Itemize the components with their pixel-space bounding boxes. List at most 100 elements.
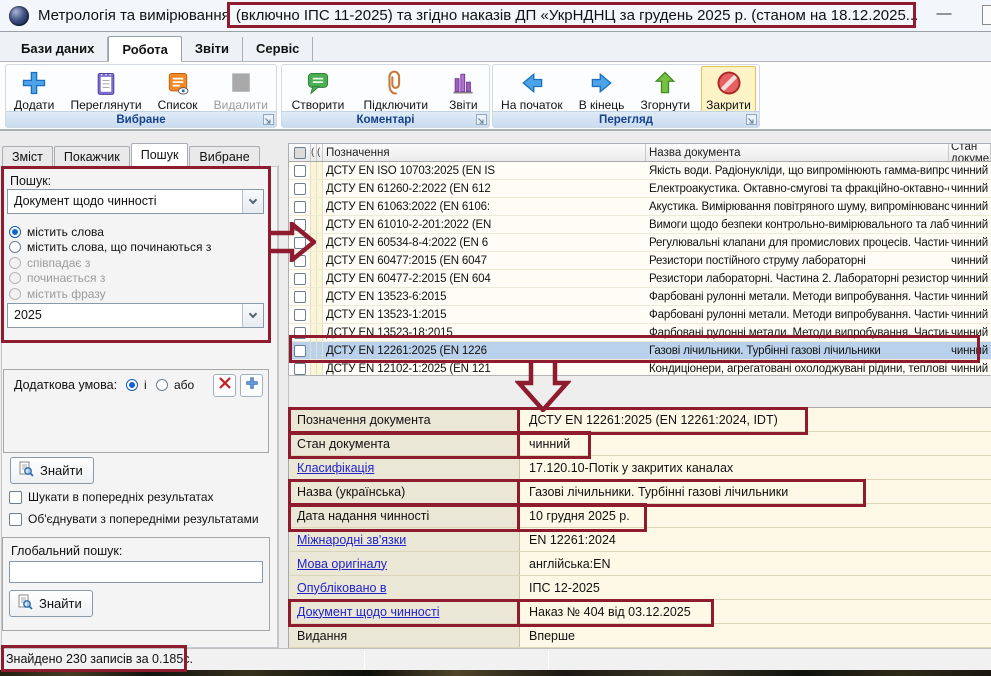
match-option[interactable]: містить фразу: [9, 286, 211, 302]
tab-vybrane[interactable]: Вибране: [189, 146, 259, 167]
row-checkbox[interactable]: [294, 183, 306, 195]
checkbox-icon[interactable]: [9, 491, 22, 504]
table-row[interactable]: ДСТУ EN 61260-2:2022 (EN 612 Електроакус…: [289, 180, 991, 198]
add-condition-button[interactable]: [240, 374, 263, 397]
remove-condition-button[interactable]: [213, 374, 236, 397]
minimize-button[interactable]: —: [923, 0, 965, 30]
table-bottom-strip: [288, 375, 991, 407]
radio-icon[interactable]: [126, 379, 138, 391]
match-option[interactable]: починається з: [9, 271, 211, 287]
row-checkbox[interactable]: [294, 327, 306, 339]
chevron-down-icon[interactable]: [242, 304, 263, 327]
global-search-input[interactable]: [9, 561, 263, 583]
table-row[interactable]: ДСТУ EN 61010-2-201:2022 (EN Вимоги щодо…: [289, 216, 991, 234]
row-checkbox[interactable]: [294, 255, 306, 267]
group-expand-icon[interactable]: [746, 114, 757, 125]
tab-zmist[interactable]: Зміст: [2, 146, 53, 167]
collapse-button[interactable]: Згорнути: [635, 66, 695, 113]
chevron-down-icon[interactable]: [242, 190, 263, 213]
match-option[interactable]: містить слова: [9, 224, 211, 240]
radio-icon[interactable]: [9, 241, 21, 253]
select-all-checkbox[interactable]: [294, 147, 306, 159]
group-expand-icon[interactable]: [476, 114, 487, 125]
tab-poshuk[interactable]: Пошук: [131, 143, 189, 167]
header-code[interactable]: Позначення: [323, 144, 646, 161]
tab-pokazhchyk[interactable]: Покажчик: [54, 146, 130, 167]
row-name: Резистори постійного струму лабораторні: [646, 255, 949, 267]
detail-label[interactable]: Мова оригіналу: [297, 557, 387, 571]
paperclip-icon: [380, 68, 412, 98]
checkbox-icon[interactable]: [9, 513, 22, 526]
find-button[interactable]: Знайти: [10, 457, 94, 484]
table-row[interactable]: ДСТУ EN 12102-1:2025 (EN 121 Кондиціонер…: [289, 360, 991, 375]
row-name: Фарбовані рулонні метали. Методи випробу…: [646, 291, 949, 303]
table-row[interactable]: ДСТУ EN 12261:2025 (EN 1226 Газові лічил…: [289, 342, 991, 360]
global-find-button[interactable]: Знайти: [9, 590, 93, 617]
match-option-label: містить фразу: [27, 287, 106, 301]
detail-value: Газові лічильники. Турбінні газові лічил…: [520, 485, 991, 499]
tab-servis[interactable]: Сервіс: [243, 37, 313, 61]
delete-button[interactable]: Видалити: [209, 66, 273, 113]
go-end-button[interactable]: В кінець: [574, 66, 630, 113]
go-start-button[interactable]: На початок: [496, 66, 568, 113]
condition-radio-or[interactable]: або: [156, 377, 194, 393]
table-row[interactable]: ДСТУ EN ISO 10703:2025 (EN IS Якість вод…: [289, 162, 991, 180]
radio-icon[interactable]: [9, 288, 21, 300]
match-option[interactable]: співпадає з: [9, 255, 211, 271]
table-row[interactable]: ДСТУ EN 13523-18:2015 Фарбовані рулонні …: [289, 324, 991, 342]
attach-comment-button[interactable]: Підключити: [359, 66, 434, 113]
go-start-label: На початок: [501, 98, 563, 112]
detail-label[interactable]: Міжнародні зв'язки: [297, 533, 406, 547]
radio-icon[interactable]: [9, 226, 21, 238]
row-checkbox[interactable]: [294, 291, 306, 303]
add-button[interactable]: Додати: [9, 66, 59, 113]
result-checkbox-row[interactable]: Об'єднувати з попередніми результатами: [9, 508, 259, 530]
view-button[interactable]: Переглянути: [65, 66, 146, 113]
group-expand-icon[interactable]: [263, 114, 274, 125]
match-option[interactable]: містить слова, що починаються з: [9, 240, 211, 256]
tab-robota[interactable]: Робота: [108, 36, 182, 62]
table-row[interactable]: ДСТУ EN 60477:2015 (EN 6047 Резистори по…: [289, 252, 991, 270]
list-button[interactable]: Список: [153, 66, 203, 113]
detail-row: Опубліковано в ІПС 12-2025: [289, 576, 991, 600]
comment-reports-button[interactable]: Звіти: [442, 66, 484, 113]
row-checkbox[interactable]: [294, 345, 306, 357]
row-checkbox[interactable]: [294, 273, 306, 285]
detail-label: Позначення документа: [297, 413, 431, 427]
query-combobox[interactable]: 2025: [7, 303, 264, 328]
condition-and-label: і: [144, 378, 147, 392]
table-row[interactable]: ДСТУ EN 13523-6:2015 Фарбовані рулонні м…: [289, 288, 991, 306]
radio-icon[interactable]: [9, 272, 21, 284]
desktop-background-strip: [0, 670, 991, 676]
row-checkbox[interactable]: [294, 237, 306, 249]
header-name[interactable]: Назва документа: [646, 144, 949, 161]
detail-label[interactable]: Класифікація: [297, 461, 374, 475]
delete-button-label: Видалити: [214, 98, 268, 112]
table-row[interactable]: ДСТУ EN 60534-8-4:2022 (EN 6 Регулювальн…: [289, 234, 991, 252]
status-separator: [548, 651, 549, 669]
row-checkbox[interactable]: [294, 201, 306, 213]
row-name: Вимоги щодо безпеки контрольно-вимірювал…: [646, 219, 949, 231]
row-checkbox[interactable]: [294, 363, 306, 375]
tab-bazy-danykh[interactable]: Бази даних: [8, 37, 108, 61]
detail-label[interactable]: Опубліковано в: [297, 581, 387, 595]
close-button[interactable]: Закрити: [701, 66, 756, 113]
condition-radio-and[interactable]: і: [126, 377, 147, 393]
table-row[interactable]: ДСТУ EN 60477-2:2015 (EN 604 Резистори л…: [289, 270, 991, 288]
table-row[interactable]: ДСТУ EN 13523-1:2015 Фарбовані рулонні м…: [289, 306, 991, 324]
radio-icon[interactable]: [156, 379, 168, 391]
row-checkbox[interactable]: [294, 309, 306, 321]
detail-value: 10 грудня 2025 р.: [520, 509, 991, 523]
row-status: чинний: [949, 309, 991, 321]
create-comment-button[interactable]: Створити: [287, 66, 350, 113]
tab-zvity[interactable]: Звіти: [182, 37, 243, 61]
detail-label[interactable]: Документ щодо чинності: [297, 605, 439, 619]
radio-icon[interactable]: [9, 257, 21, 269]
field-combobox[interactable]: Документ щодо чинності: [7, 189, 264, 214]
table-row[interactable]: ДСТУ EN 61063:2022 (EN 6106: Акустика. В…: [289, 198, 991, 216]
header-status[interactable]: Стан докуме: [949, 144, 991, 161]
result-checkbox-row[interactable]: Шукати в попередніх результатах: [9, 486, 259, 508]
row-checkbox[interactable]: [294, 219, 306, 231]
row-checkbox[interactable]: [294, 165, 306, 177]
maximize-button-partial[interactable]: [982, 5, 991, 25]
